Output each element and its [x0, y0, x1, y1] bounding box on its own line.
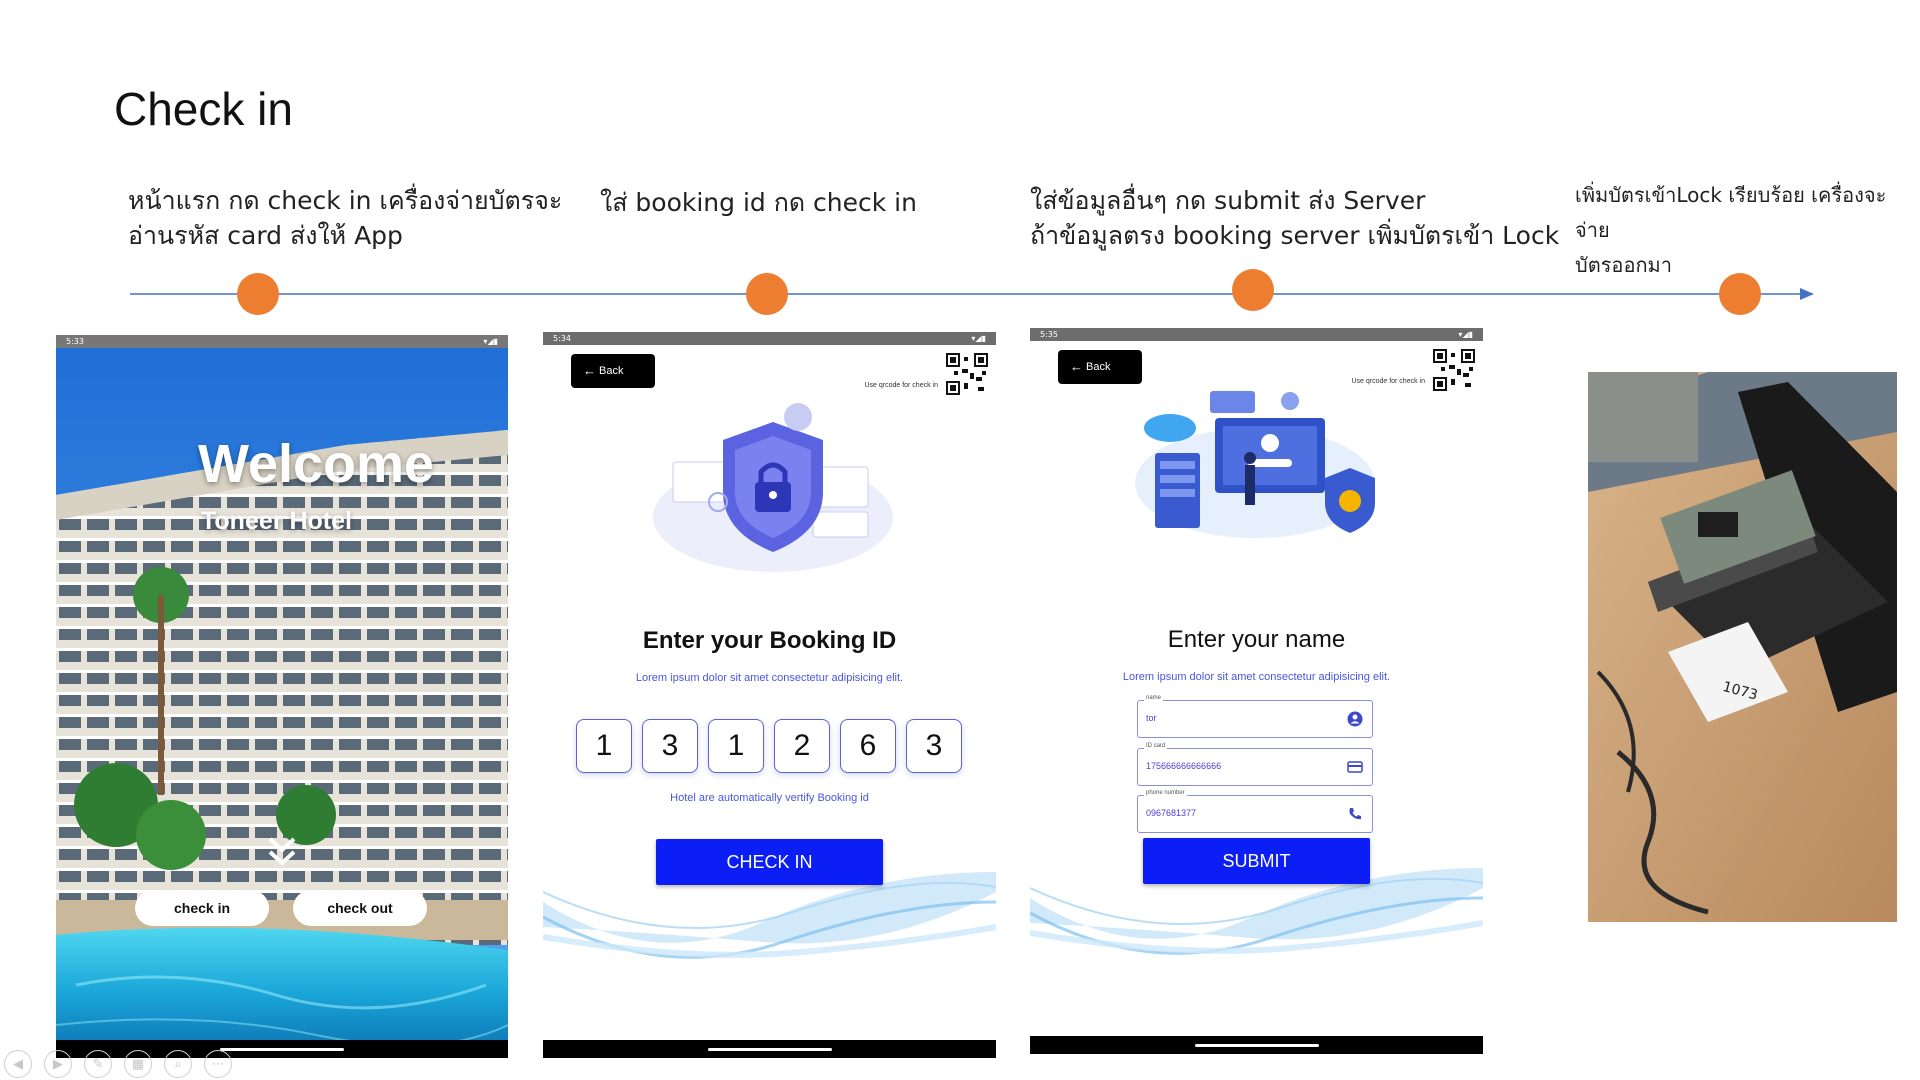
welcome-screen: 5:33 ▾◢▮ Welcome Toneer Hotel check in c… [56, 335, 508, 1058]
arrow-left-icon: ← [583, 363, 596, 378]
digit-box-4[interactable]: 2 [774, 719, 830, 773]
prev-icon[interactable]: ◀ [4, 1050, 32, 1078]
next-icon[interactable]: ▶ [44, 1050, 72, 1078]
digit-box-1[interactable]: 1 [576, 719, 632, 773]
timeline-arrowhead [1800, 288, 1814, 300]
security-illustration [653, 403, 893, 572]
back-button[interactable]: ← Back [1058, 350, 1142, 384]
card-dispenser-photo: 1073 [1588, 372, 1897, 922]
timeline [130, 269, 1814, 315]
welcome-title: Welcome [198, 434, 435, 494]
zoom-icon[interactable]: ⌕ [164, 1050, 192, 1078]
qr-code-icon[interactable] [1433, 349, 1475, 391]
cloud-server-illustration [1135, 391, 1375, 538]
timeline-marker-3 [1232, 269, 1274, 311]
booking-helper: Hotel are automatically vertify Booking … [670, 792, 869, 804]
status-icons: ▾◢▮ [971, 334, 986, 343]
digit-box-3[interactable]: 1 [708, 719, 764, 773]
back-label: Back [1086, 361, 1111, 373]
phone-field-label: phone number [1144, 790, 1187, 796]
status-icons: ▾◢▮ [483, 337, 498, 346]
id-card-field[interactable]: ID card 175666666666666 [1137, 743, 1373, 786]
status-bar: 5:34 ▾◢▮ [543, 332, 996, 345]
name-field-label: name [1144, 695, 1164, 701]
hotel-name: Toneer Hotel [201, 507, 352, 535]
timeline-marker-1 [237, 273, 279, 315]
digit-box-2[interactable]: 3 [642, 719, 698, 773]
status-icons: ▾◢▮ [1458, 330, 1473, 339]
nav-bar [543, 1040, 996, 1058]
digit-box-6[interactable]: 3 [906, 719, 962, 773]
status-bar: 5:35 ▾◢▮ [1030, 328, 1483, 341]
name-heading: Enter your name [1167, 626, 1346, 653]
booking-heading: Enter your Booking ID [642, 627, 897, 654]
name-field[interactable]: name tor [1137, 695, 1373, 738]
digit-box-5[interactable]: 6 [840, 719, 896, 773]
status-bar: 5:33 ▾◢▮ [56, 335, 508, 348]
phone-field-value: 0967681377 [1146, 808, 1197, 818]
name-subtext: Lorem ipsum dolor sit amet consectetur a… [1122, 671, 1391, 683]
more-icon[interactable]: ⋯ [204, 1050, 232, 1078]
pen-icon[interactable]: ✎ [84, 1050, 112, 1078]
submit-button[interactable]: SUBMIT [1143, 838, 1370, 884]
person-icon [1347, 711, 1363, 727]
booking-subtext: Lorem ipsum dolor sit amet consectetur a… [635, 672, 904, 684]
back-label: Back [599, 365, 624, 377]
qr-code-icon[interactable] [946, 353, 988, 395]
slides-icon[interactable]: ▦ [124, 1050, 152, 1078]
id-card-field-value: 175666666666666 [1146, 761, 1222, 771]
home-indicator[interactable] [1194, 1044, 1319, 1047]
back-button[interactable]: ← Back [571, 354, 655, 388]
phone-icon [1349, 808, 1361, 820]
name-field-value: tor [1146, 713, 1157, 723]
id-card-field-label: ID card [1144, 743, 1168, 749]
status-time: 5:34 [553, 334, 571, 343]
timeline-marker-4 [1719, 273, 1761, 315]
check-in-button[interactable]: check in [135, 890, 269, 926]
booking-screen: 5:34 ▾◢▮ ← Back Use qrcode for check in … [543, 332, 996, 1058]
booking-id-input[interactable]: 1 3 1 2 6 3 [576, 719, 966, 775]
qr-note: Use qrcode for check in [864, 382, 938, 389]
check-in-submit-button[interactable]: CHECK IN [656, 839, 883, 885]
check-out-button[interactable]: check out [293, 890, 427, 926]
chevron-double-down-icon[interactable] [266, 835, 298, 869]
arrow-left-icon: ← [1070, 359, 1083, 374]
timeline-marker-2 [746, 273, 788, 315]
status-time: 5:35 [1040, 330, 1058, 339]
status-time: 5:33 [66, 337, 84, 346]
nav-bar [1030, 1036, 1483, 1054]
home-indicator[interactable] [220, 1048, 344, 1051]
card-icon [1347, 761, 1363, 773]
home-indicator[interactable] [707, 1048, 832, 1051]
nav-bar [56, 1040, 508, 1058]
name-screen: 5:35 ▾◢▮ ← Back Use qrcode for check in … [1030, 328, 1483, 1054]
